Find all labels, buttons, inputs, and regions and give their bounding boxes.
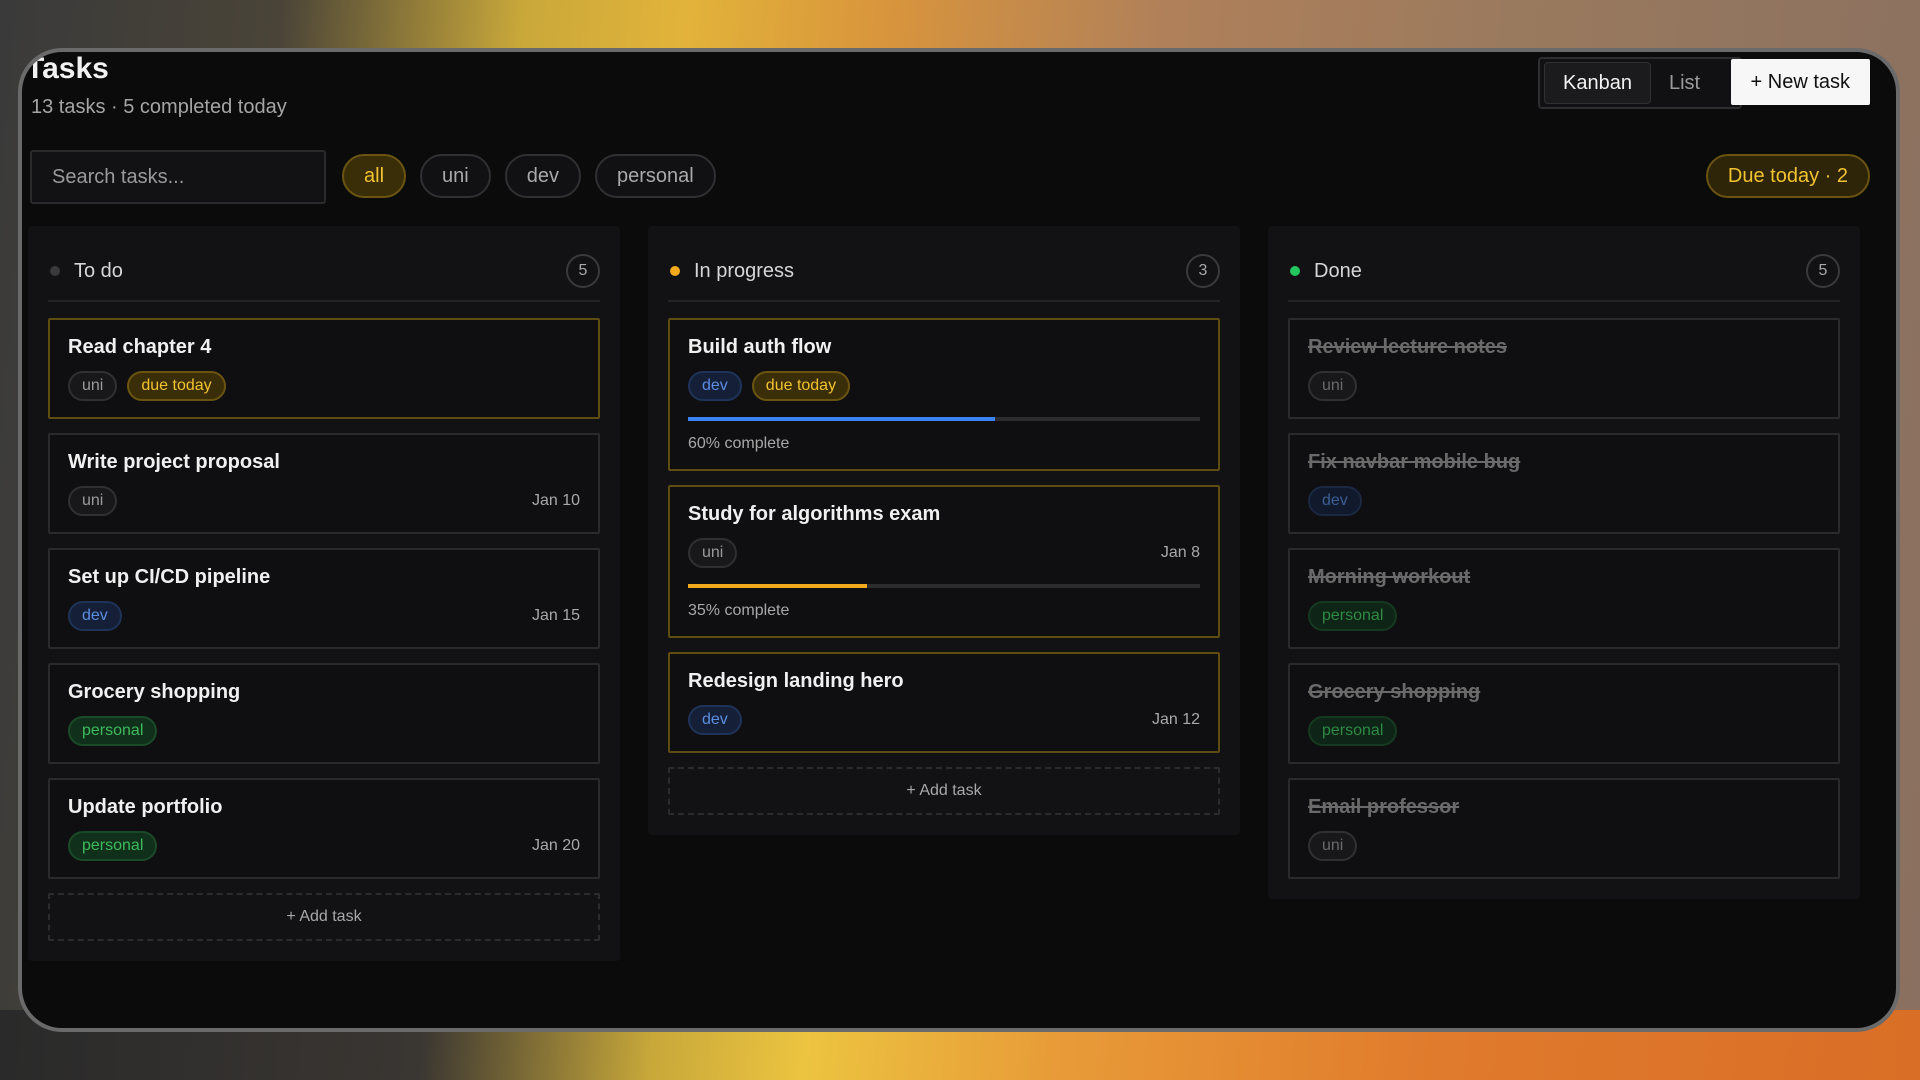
tag-badge: dev (68, 601, 122, 631)
view-kanban-button[interactable]: Kanban (1544, 62, 1651, 104)
task-title: Write project proposal (68, 451, 280, 473)
due-today-badge: due today (127, 371, 226, 401)
task-title: Study for algorithms exam (688, 503, 941, 525)
column-in-progress: In progress 3 Build auth flow dev due to… (648, 226, 1240, 835)
filter-chip-personal[interactable]: personal (594, 154, 716, 198)
task-title: Fix navbar mobile bug (1308, 451, 1521, 473)
tag-badge: uni (1308, 831, 1358, 861)
status-dot-icon (670, 266, 680, 276)
task-card[interactable]: Study for algorithms exam uni Jan 8 35% … (668, 485, 1220, 638)
task-title: Grocery shopping (68, 681, 241, 703)
task-title: Read chapter 4 (68, 336, 212, 358)
column-title: To do (74, 259, 123, 282)
task-card[interactable]: Grocery shopping personal (48, 663, 600, 764)
column-title: Done (1314, 259, 1362, 282)
page-subtitle: 13 tasks · 5 completed today (31, 96, 287, 118)
search-input[interactable] (30, 150, 326, 204)
column-title: In progress (694, 259, 795, 282)
due-date: Jan 20 (531, 837, 580, 854)
due-date: Jan 12 (1151, 711, 1200, 728)
filter-chip-uni[interactable]: uni (420, 154, 491, 198)
task-title: Redesign landing hero (688, 670, 904, 692)
due-date: Jan 8 (1160, 544, 1200, 561)
task-card[interactable]: Set up CI/CD pipeline dev Jan 15 (48, 548, 600, 649)
tag-badge: uni (68, 486, 118, 516)
task-card[interactable]: Fix navbar mobile bug dev (1288, 433, 1840, 534)
tag-badge: uni (1308, 371, 1358, 401)
task-card[interactable]: Morning workout personal (1288, 548, 1840, 649)
tag-badge: dev (1308, 486, 1362, 516)
view-list-button[interactable]: List (1651, 62, 1718, 104)
column-count-badge: 3 (1186, 254, 1220, 288)
progress-bar (688, 584, 1200, 588)
due-date: Jan 10 (531, 492, 580, 509)
column-done: Done 5 Review lecture notes uni Fix navb… (1268, 226, 1860, 899)
task-title: Email professor (1308, 796, 1460, 818)
due-date: Jan 15 (531, 607, 580, 624)
status-dot-icon (1290, 266, 1300, 276)
task-card[interactable]: Update portfolio personal Jan 20 (48, 778, 600, 879)
tag-badge: personal (68, 831, 158, 861)
filter-chip-dev[interactable]: dev (504, 154, 581, 198)
tag-badge: personal (68, 716, 158, 746)
tag-badge: personal (1308, 601, 1398, 631)
due-today-badge[interactable]: Due today · 2 (1705, 154, 1870, 198)
view-toggle: Kanban List (1538, 57, 1742, 109)
column-count-badge: 5 (566, 254, 600, 288)
tag-badge: dev (688, 705, 742, 735)
column-count-badge: 5 (1806, 254, 1840, 288)
page-title: Tasks (26, 52, 109, 85)
progress-label: 60% complete (688, 435, 790, 452)
task-card[interactable]: Build auth flow dev due today 60% comple… (668, 318, 1220, 471)
task-title: Review lecture notes (1308, 336, 1507, 358)
tag-badge: uni (688, 538, 738, 568)
progress-bar (688, 417, 1200, 421)
tag-badge: dev (688, 371, 742, 401)
progress-fill (688, 584, 868, 588)
add-task-button[interactable]: + Add task (668, 767, 1220, 815)
app-window: Tasks 13 tasks · 5 completed today Kanba… (18, 48, 1900, 1032)
column-todo: To do 5 Read chapter 4 uni due today Wri… (28, 226, 620, 961)
task-card[interactable]: Read chapter 4 uni due today (48, 318, 600, 419)
progress-fill (688, 417, 996, 421)
task-card[interactable]: Email professor uni (1288, 778, 1840, 879)
progress-label: 35% complete (688, 602, 790, 619)
tag-badge: personal (1308, 716, 1398, 746)
task-title: Morning workout (1308, 566, 1471, 588)
task-card[interactable]: Write project proposal uni Jan 10 (48, 433, 600, 534)
task-card[interactable]: Grocery shopping personal (1288, 663, 1840, 764)
due-today-badge: due today (751, 371, 851, 401)
task-card[interactable]: Review lecture notes uni (1288, 318, 1840, 419)
task-title: Build auth flow (688, 336, 832, 358)
tag-badge: uni (68, 371, 118, 401)
new-task-button[interactable]: + New task (1730, 59, 1870, 105)
filter-chips: all uni dev personal (342, 154, 716, 198)
status-dot-icon (50, 266, 60, 276)
task-title: Update portfolio (68, 796, 223, 818)
task-card[interactable]: Redesign landing hero dev Jan 12 (668, 652, 1220, 753)
filter-chip-all[interactable]: all (342, 154, 407, 198)
add-task-button[interactable]: + Add task (48, 893, 600, 941)
column-header: Done 5 (1288, 242, 1840, 302)
task-title: Set up CI/CD pipeline (68, 566, 271, 588)
column-header: In progress 3 (668, 242, 1220, 302)
task-title: Grocery shopping (1308, 681, 1481, 703)
column-header: To do 5 (48, 242, 600, 302)
